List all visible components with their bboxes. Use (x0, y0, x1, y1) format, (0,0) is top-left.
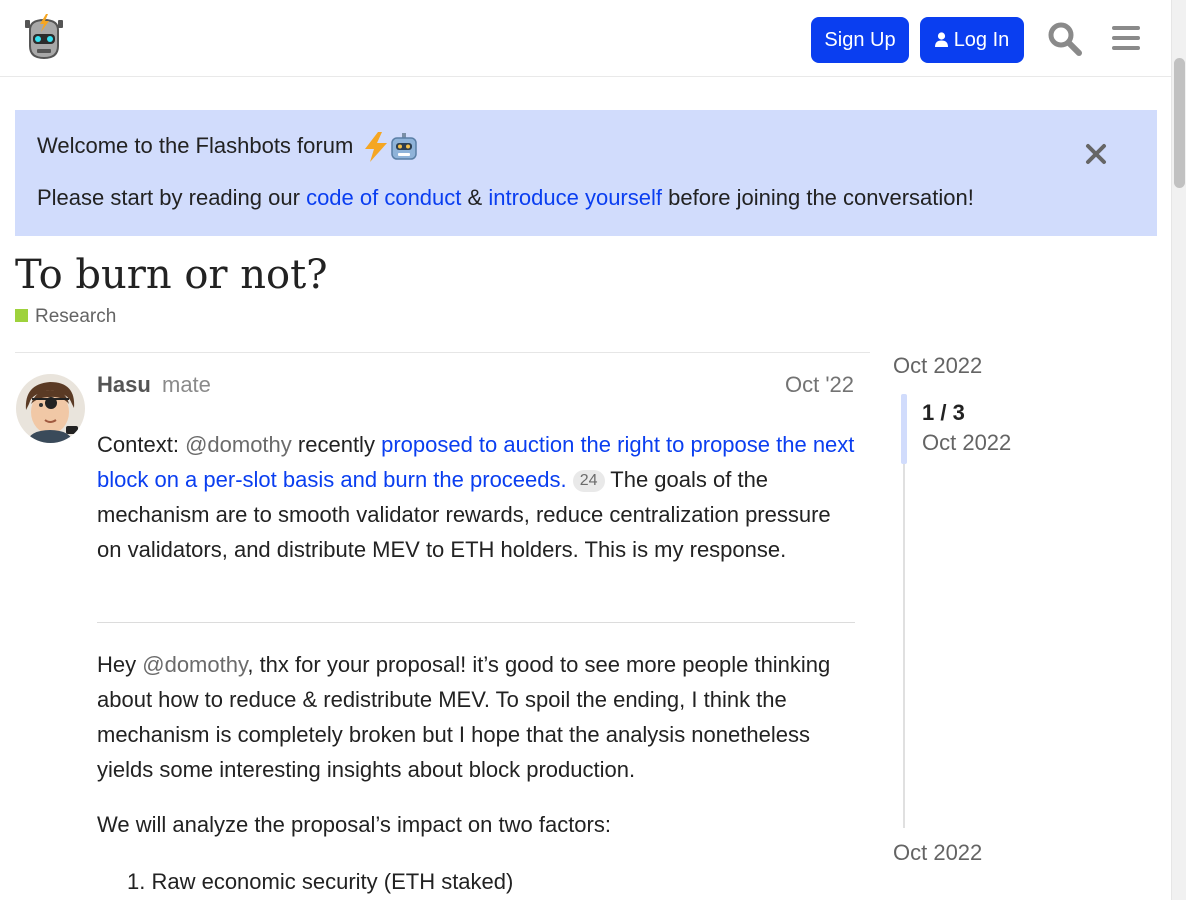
context-label: Context: (97, 432, 179, 457)
hamburger-menu-icon[interactable] (1110, 22, 1142, 54)
banner-message-prefix: Please start by reading our (37, 185, 300, 210)
welcome-banner: Welcome to the Flashbots forum Please st… (15, 110, 1157, 236)
category-badge[interactable]: Research (15, 306, 116, 328)
post-context-paragraph: Context: @domothy recently proposed to a… (97, 427, 857, 567)
timeline-end-date[interactable]: Oct 2022 (893, 840, 982, 866)
timeline-start-date[interactable]: Oct 2022 (893, 353, 982, 379)
mention-link-2[interactable]: @domothy (142, 652, 247, 677)
log-in-label: Log In (953, 29, 1010, 51)
scrollbar-thumb[interactable] (1174, 58, 1185, 188)
timeline-position-date: Oct 2022 (922, 430, 1012, 455)
category-color-square (15, 309, 28, 322)
code-of-conduct-link[interactable]: code of conduct (306, 185, 461, 210)
mention-link[interactable]: @domothy (185, 432, 292, 457)
topic-title[interactable]: To burn or not? (15, 252, 328, 298)
search-icon[interactable] (1047, 21, 1083, 57)
post-top-divider (15, 352, 870, 353)
link-click-count-badge: 24 (572, 470, 605, 492)
list-item: 1. Raw economic security (ETH staked) (127, 869, 514, 894)
log-in-button[interactable]: Log In (920, 17, 1024, 63)
category-label: Research (35, 306, 117, 327)
banner-message: Please start by reading our code of cond… (37, 185, 974, 211)
horizontal-rule (97, 622, 855, 623)
robot-icon (391, 133, 418, 160)
banner-ampersand: & (467, 185, 483, 210)
user-icon (934, 32, 948, 47)
timeline-handle[interactable] (901, 394, 907, 464)
post-date[interactable]: Oct '22 (785, 372, 854, 398)
flashbots-robot-logo-icon[interactable] (22, 12, 66, 60)
sign-up-button[interactable]: Sign Up (811, 17, 909, 63)
timeline-position: 1 / 3 (922, 400, 965, 425)
close-icon[interactable] (1085, 143, 1107, 165)
banner-heading-text: Welcome to the Flashbots forum (37, 132, 354, 158)
banner-heading: Welcome to the Flashbots forum (37, 132, 419, 162)
post-intro-paragraph: Hey @domothy, thx for your proposal! it’… (97, 647, 857, 787)
banner-message-suffix: before joining the conversation! (668, 185, 974, 210)
introduce-yourself-link[interactable]: introduce yourself (488, 185, 662, 210)
analysis-intro-paragraph: We will analyze the proposal’s impact on… (97, 812, 611, 837)
page-scrollbar[interactable] (1171, 0, 1186, 900)
site-header: Sign Up Log In (0, 0, 1171, 77)
context-recently: recently (297, 432, 375, 457)
avatar[interactable] (16, 374, 85, 443)
post-user-title: mate (162, 372, 211, 397)
lightning-bolt-icon (365, 132, 388, 162)
post-username[interactable]: Hasu (97, 372, 151, 398)
greeting-text: Hey (97, 652, 137, 677)
